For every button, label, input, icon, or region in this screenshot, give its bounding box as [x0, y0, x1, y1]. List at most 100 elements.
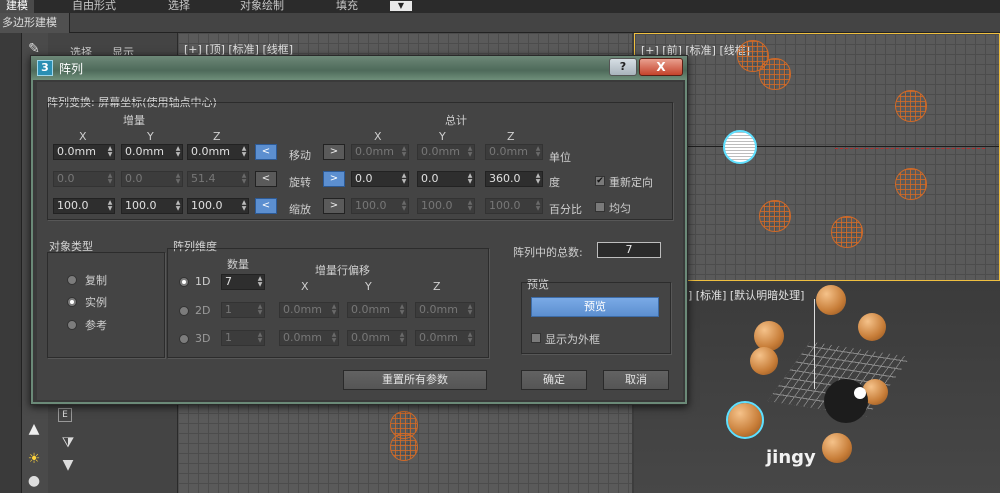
- reset-all-button[interactable]: 重置所有参数: [343, 370, 487, 390]
- rotate-tot-x[interactable]: 0.0 ▲ ▼: [351, 171, 409, 187]
- move-tot-x: 0.0mm ▲ ▼: [351, 144, 409, 160]
- close-button[interactable]: X: [639, 58, 683, 76]
- wire-sphere: [759, 58, 791, 90]
- cancel-button[interactable]: 取消: [603, 370, 669, 390]
- reorient-checkbox[interactable]: ✔: [595, 176, 605, 186]
- spinner-arrows-icon: ▲ ▼: [535, 145, 541, 158]
- sphere-icon[interactable]: ●: [24, 472, 44, 490]
- shadow-shape: [824, 379, 868, 423]
- editor-icon[interactable]: E: [58, 408, 72, 422]
- rotate-tot-z[interactable]: 360.0 ▲ ▼: [485, 171, 543, 187]
- highlight-dot: [854, 387, 866, 399]
- filter-icon[interactable]: ⧩: [58, 434, 78, 452]
- copy-radio[interactable]: [67, 275, 77, 285]
- spinner-arrows-icon[interactable]: ▲ ▼: [107, 200, 113, 212]
- scale-inc-y-value: 100.0: [125, 199, 157, 212]
- dim-2d-offset-x: 0.0mm ▲ ▼: [279, 302, 339, 318]
- scale-inc-z-value: 100.0: [191, 199, 223, 212]
- move-inc-x-value: 0.0mm: [57, 145, 96, 158]
- funnel-icon[interactable]: ▼: [58, 456, 78, 474]
- spinner-arrows-icon[interactable]: ▲ ▼: [467, 173, 473, 185]
- rotate-left-arrow-button[interactable]: <: [255, 171, 277, 187]
- viewport-perspective-label[interactable]: ] [标准] [默认明暗处理]: [688, 287, 804, 303]
- spinner-arrows-icon: ▲ ▼: [535, 199, 541, 212]
- spinner-arrows-icon[interactable]: ▲ ▼: [241, 200, 247, 212]
- spinner-arrows-icon[interactable]: ▲ ▼: [107, 146, 113, 158]
- dialog-body: 阵列变换: 屏幕坐标(使用轴点中心) 增量 总计 X Y Z X Y Z 0.0…: [37, 82, 683, 400]
- move-right-arrow-button[interactable]: >: [323, 144, 345, 160]
- scale-inc-x[interactable]: 100.0 ▲ ▼: [53, 198, 115, 214]
- rotate-tot-x-value: 0.0: [355, 172, 373, 185]
- scale-inc-y[interactable]: 100.0 ▲ ▼: [121, 198, 183, 214]
- help-button[interactable]: ?: [609, 58, 637, 76]
- dialog-title: 阵列: [59, 62, 84, 76]
- move-inc-x[interactable]: 0.0mm ▲ ▼: [53, 144, 115, 160]
- scale-tot-x: 100.0 ▲ ▼: [351, 198, 409, 214]
- tab-populate[interactable]: 填充: [336, 0, 358, 13]
- spinner-arrows-icon[interactable]: ▲ ▼: [535, 173, 541, 185]
- solid-sphere: [816, 285, 846, 315]
- solid-sphere: [822, 433, 852, 463]
- spinner-arrows-icon: ▲ ▼: [257, 303, 263, 316]
- move-inc-z[interactable]: 0.0mm ▲ ▼: [187, 144, 249, 160]
- dim-2d-offset-x-value: 0.0mm: [283, 303, 322, 316]
- spinner-arrows-icon: ▲ ▼: [467, 199, 473, 212]
- spinner-arrows-icon: ▲ ▼: [467, 145, 473, 158]
- ribbon-toggle-button[interactable]: ▼: [390, 1, 412, 11]
- ok-button[interactable]: 确定: [521, 370, 587, 390]
- total-value-field: 7: [597, 242, 661, 258]
- spinner-arrows-icon[interactable]: ▲ ▼: [257, 276, 263, 288]
- wire-sphere: [831, 216, 863, 248]
- reference-radio[interactable]: [67, 320, 77, 330]
- axis-x-line: [835, 148, 985, 149]
- dim-3d-radio[interactable]: [179, 334, 189, 344]
- cone-icon[interactable]: ▲: [24, 420, 44, 438]
- tab-selection[interactable]: 选择: [168, 0, 190, 13]
- rotate-tot-y[interactable]: 0.0 ▲ ▼: [417, 171, 475, 187]
- preview-button[interactable]: 预览: [531, 297, 659, 317]
- scale-right-arrow-button[interactable]: >: [323, 198, 345, 214]
- scale-inc-z[interactable]: 100.0 ▲ ▼: [187, 198, 249, 214]
- spinner-arrows-icon[interactable]: ▲ ▼: [241, 146, 247, 158]
- rotate-tot-y-value: 0.0: [421, 172, 439, 185]
- viewport-perspective[interactable]: ] [标准] [默认明暗处理] jingy: [634, 283, 1000, 493]
- instance-radio[interactable]: [67, 297, 77, 307]
- move-inc-z-value: 0.0mm: [191, 145, 230, 158]
- dim-1d-label: 1D: [195, 275, 211, 288]
- dim-1d-count[interactable]: 7 ▲ ▼: [221, 274, 265, 290]
- spinner-arrows-icon: ▲ ▼: [241, 172, 247, 185]
- tot-axis-y: Y: [439, 130, 446, 143]
- scale-label: 缩放: [289, 203, 311, 216]
- rotate-right-arrow-button[interactable]: >: [323, 171, 345, 187]
- move-tot-z: 0.0mm ▲ ▼: [485, 144, 543, 160]
- spinner-arrows-icon[interactable]: ▲ ▼: [175, 146, 181, 158]
- offset-axis-z: Z: [433, 280, 441, 293]
- spinner-arrows-icon[interactable]: ▲ ▼: [175, 200, 181, 212]
- spinner-arrows-icon[interactable]: ▲ ▼: [401, 173, 407, 185]
- dim-2d-offset-y: 0.0mm ▲ ▼: [347, 302, 407, 318]
- move-inc-y[interactable]: 0.0mm ▲ ▼: [121, 144, 183, 160]
- tab-modeling[interactable]: 建模: [0, 0, 34, 13]
- dim-1d-radio[interactable]: [179, 277, 189, 287]
- dim-3d-offset-y: 0.0mm ▲ ▼: [347, 330, 407, 346]
- light-icon[interactable]: ☀: [24, 450, 44, 468]
- instance-label: 实例: [85, 296, 107, 309]
- dim-2d-radio[interactable]: [179, 306, 189, 316]
- spinner-arrows-icon: ▲ ▼: [331, 331, 337, 344]
- reorient-label: 重新定向: [609, 176, 653, 189]
- tab-freeform[interactable]: 自由形式: [72, 0, 116, 13]
- dim-1d-count-value: 7: [225, 275, 232, 288]
- scale-left-arrow-button[interactable]: <: [255, 198, 277, 214]
- uniform-checkbox[interactable]: [595, 202, 605, 212]
- dialog-titlebar[interactable]: [31, 56, 687, 80]
- viewport-front[interactable]: [+] [前] [标准] [线框]: [634, 33, 1000, 281]
- move-left-arrow-button[interactable]: <: [255, 144, 277, 160]
- app-window: 建模 自由形式 选择 对象绘制 填充 ▼ 多边形建模 ✎ ▲ ☀ ● 选择 显示…: [0, 0, 1000, 493]
- rotate-unit: 度: [549, 176, 560, 189]
- tab-object-paint[interactable]: 对象绘制: [240, 0, 284, 13]
- show-box-checkbox[interactable]: [531, 333, 541, 343]
- selected-sphere[interactable]: [723, 130, 757, 164]
- totals-label: 总计: [445, 114, 467, 127]
- rotate-inc-x-value: 0.0: [57, 172, 75, 185]
- rotate-inc-y-value: 0.0: [125, 172, 143, 185]
